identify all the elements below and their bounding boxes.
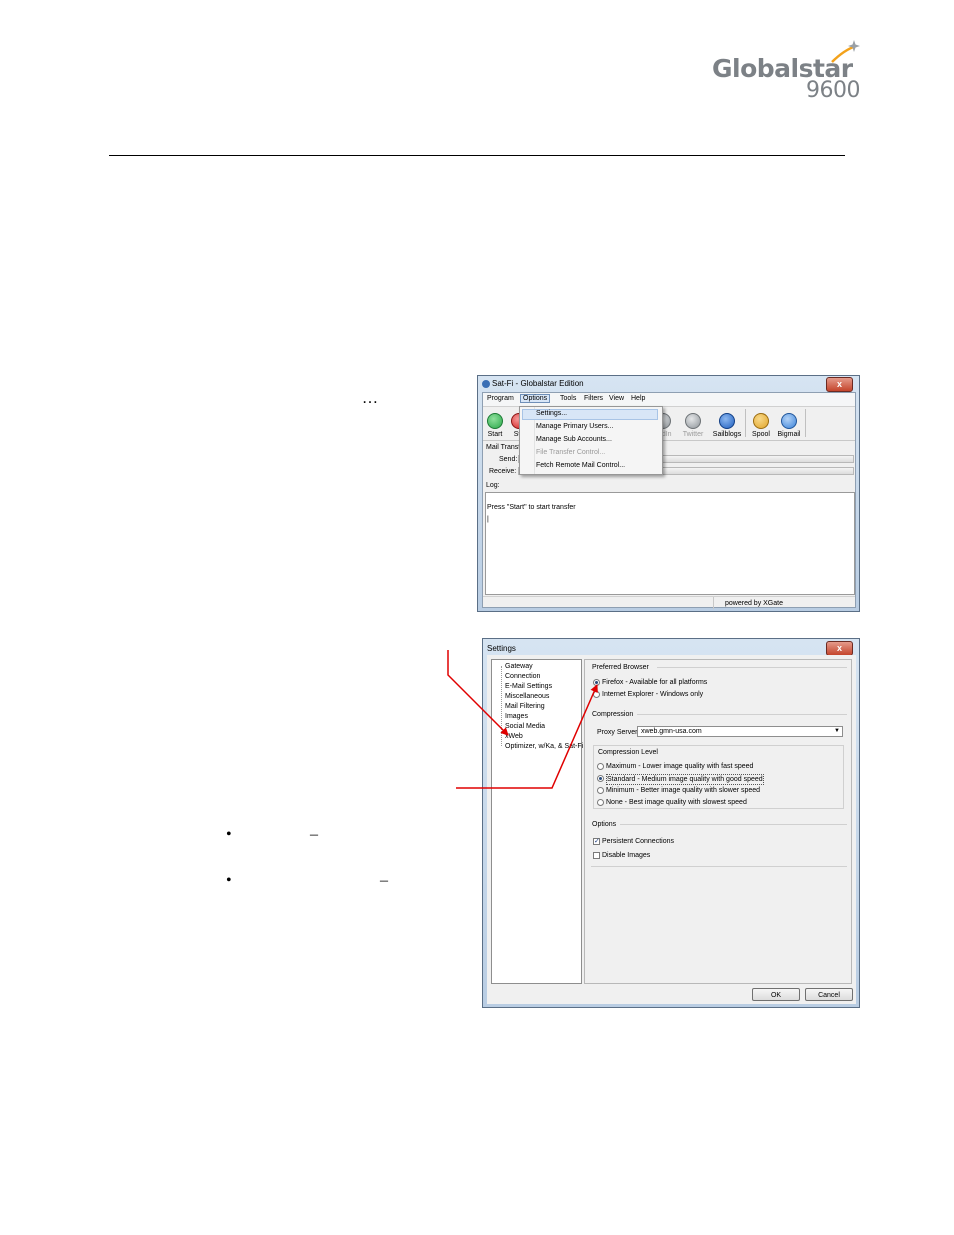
annotation-arrows: [447, 650, 598, 789]
arrow-to-firefox: [456, 684, 598, 789]
arrow-to-xweb: [447, 650, 509, 736]
